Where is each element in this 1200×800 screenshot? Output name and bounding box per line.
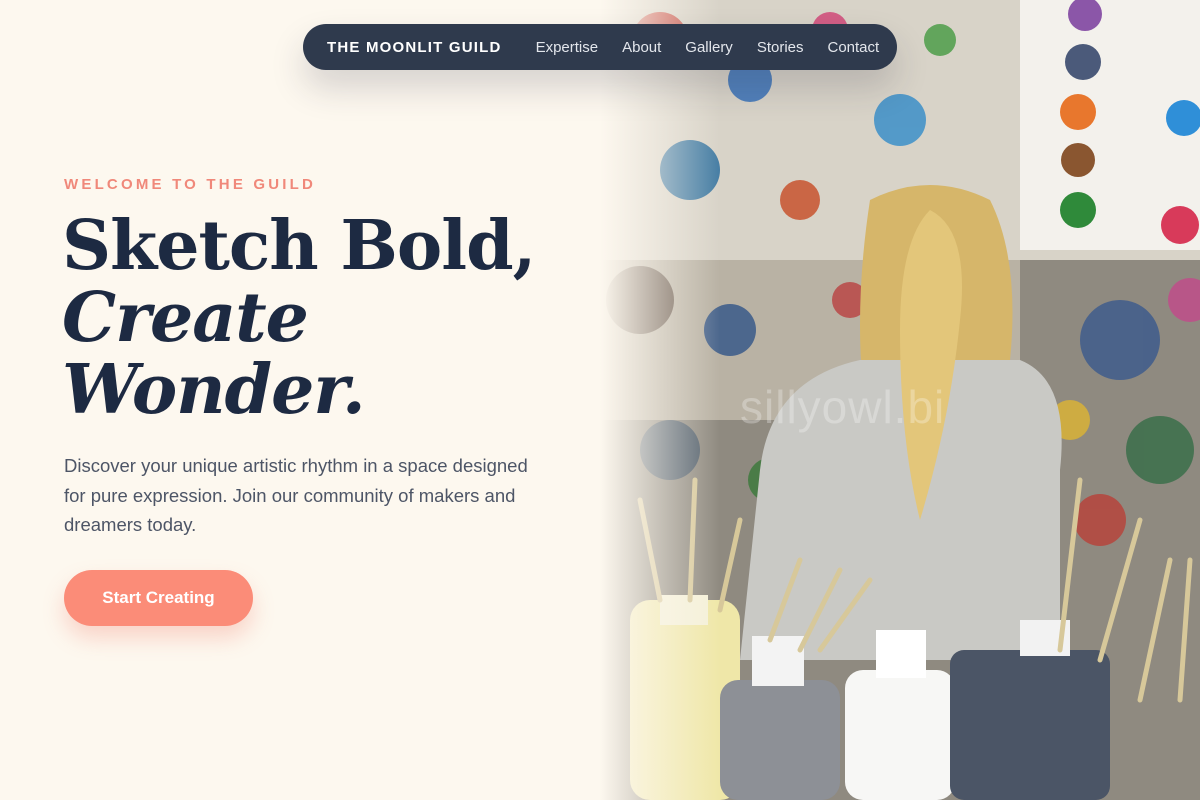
nav-link-expertise[interactable]: Expertise: [536, 39, 599, 56]
nav-link-about[interactable]: About: [622, 39, 661, 56]
nav-link-gallery[interactable]: Gallery: [685, 39, 733, 56]
nav-links: Expertise About Gallery Stories Contact: [536, 39, 880, 56]
hero-eyebrow: WELCOME TO THE GUILD: [64, 176, 317, 193]
hero-headline: Sketch Bold, Create Wonder.: [62, 206, 536, 430]
nav-link-stories[interactable]: Stories: [757, 39, 804, 56]
headline-line-1: Sketch Bold,: [62, 206, 536, 286]
hero-image: [600, 0, 1200, 800]
top-navigation: THE MOONLIT GUILD Expertise About Galler…: [303, 24, 897, 70]
brand-logo[interactable]: THE MOONLIT GUILD: [327, 39, 502, 56]
headline-line-3: Wonder.: [62, 350, 366, 430]
hero-description: Discover your unique artistic rhythm in …: [64, 455, 528, 535]
headline-line-2: Create: [62, 278, 309, 358]
start-creating-button[interactable]: Start Creating: [64, 570, 253, 626]
nav-link-contact[interactable]: Contact: [828, 39, 880, 56]
